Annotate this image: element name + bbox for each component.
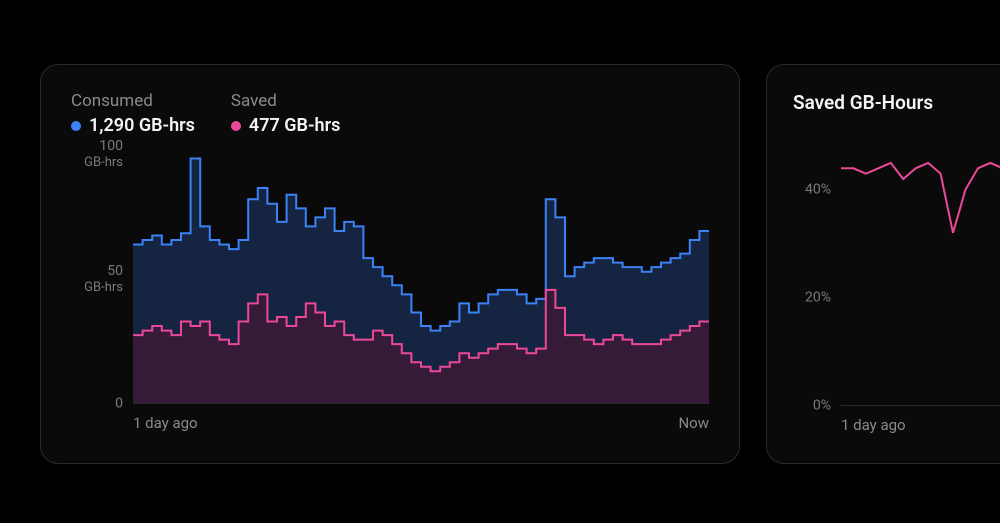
usage-card: Consumed 1,290 GB-hrs Saved 477 GB-hrs 1… [40,64,740,464]
x-end-label: Now [678,414,709,432]
line-chart-svg [841,136,1000,405]
saved-pct-chart: 40% 20% 0% [841,136,1000,406]
y-tick: 40% [805,182,831,199]
legend: Consumed 1,290 GB-hrs Saved 477 GB-hrs [71,91,709,136]
legend-dot-saved [231,121,241,131]
y-tick: 50 GB-hrs [84,263,123,295]
x-axis: 1 day ago [841,416,1000,434]
legend-item-saved: Saved 477 GB-hrs [231,91,340,136]
legend-value: 1,290 GB-hrs [89,115,195,136]
y-tick: 100 GB-hrs [84,138,123,170]
legend-label: Consumed [71,91,195,111]
y-axis: 40% 20% 0% [793,136,837,406]
y-tick: 0 [115,396,123,413]
x-start-label: 1 day ago [133,414,198,432]
x-start-label: 1 day ago [841,416,906,434]
saved-pct-card: Saved GB-Hours 40% 20% 0% 1 day ago [766,64,1000,464]
usage-chart: 100 GB-hrs 50 GB-hrs 0 [133,154,709,404]
area-chart-svg [133,154,709,403]
legend-item-consumed: Consumed 1,290 GB-hrs [71,91,195,136]
legend-dot-consumed [71,121,81,131]
legend-value: 477 GB-hrs [249,115,340,136]
plot-area [841,136,1000,406]
y-axis: 100 GB-hrs 50 GB-hrs 0 [71,154,129,404]
plot-area [133,154,709,404]
x-axis: 1 day ago Now [133,414,709,432]
y-tick: 20% [805,290,831,307]
y-tick: 0% [813,398,831,415]
card-title: Saved GB-Hours [793,91,1000,114]
legend-label: Saved [231,91,340,111]
